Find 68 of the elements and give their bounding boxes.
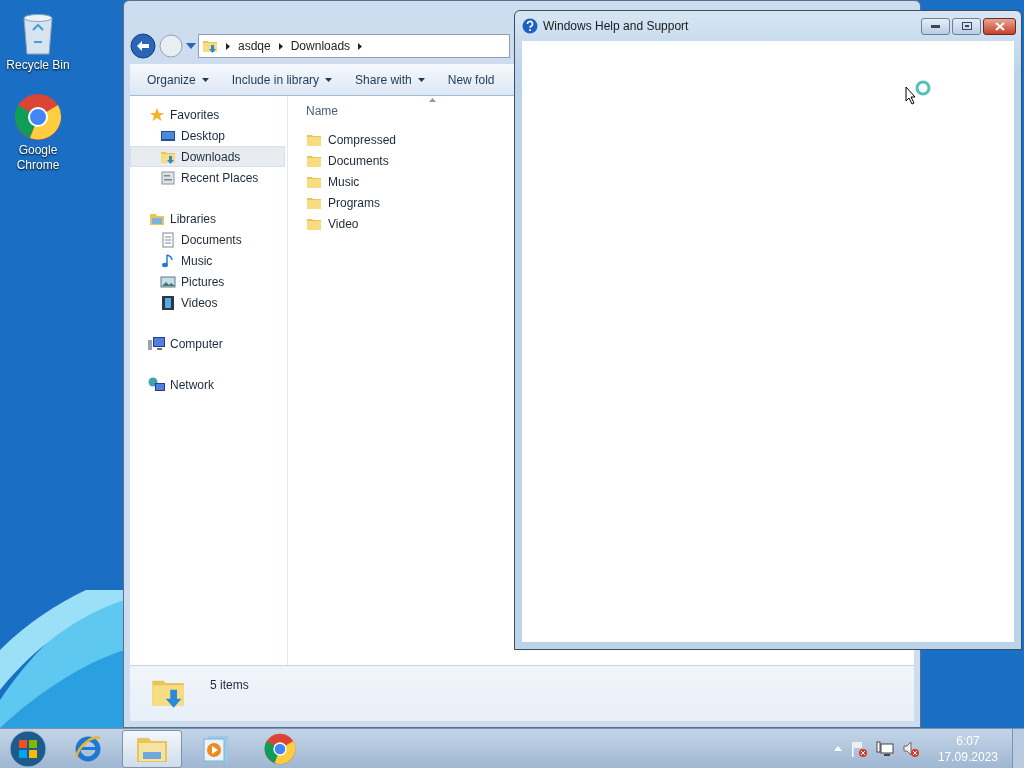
breadcrumb-item[interactable]: asdqe: [238, 37, 271, 55]
network-icon: [148, 376, 166, 393]
close-button[interactable]: [983, 17, 1016, 35]
pictures-icon: [160, 273, 176, 290]
nav-group-item[interactable]: Favorites: [130, 104, 287, 125]
document-icon: [160, 231, 176, 248]
computer-icon: [148, 335, 166, 352]
minimize-icon: [931, 24, 940, 28]
address-bar[interactable]: asdqe Downloads: [198, 34, 510, 58]
start-orb-icon: [9, 729, 47, 768]
desktop-icon[interactable]: Google Chrome: [0, 91, 76, 173]
nav-item[interactable]: Downloads: [130, 146, 285, 167]
desktop-icon[interactable]: Recycle Bin: [0, 6, 76, 73]
network-tray-icon[interactable]: [875, 739, 894, 758]
close-icon: [994, 21, 1005, 31]
help-icon: [522, 18, 538, 34]
back-button-icon[interactable]: [130, 33, 156, 59]
column-header[interactable]: Name: [306, 102, 338, 120]
window-title: Windows Help and Support: [543, 18, 690, 35]
nav-group-item[interactable]: Computer: [130, 333, 287, 354]
clock-date: 17.09.2023: [937, 748, 998, 765]
maximize-button[interactable]: [952, 17, 981, 35]
star-icon: [149, 106, 165, 123]
chevron-right-icon[interactable]: [226, 42, 230, 50]
minimize-button[interactable]: [921, 17, 950, 35]
busy-cursor-icon: [905, 80, 931, 106]
browser-e-icon: [73, 733, 103, 764]
downloads-folder-icon: [202, 38, 218, 54]
file-list-item[interactable]: Video: [306, 213, 359, 234]
film-icon: [160, 294, 176, 311]
nav-item[interactable]: Recent Places: [130, 167, 285, 188]
nav-item[interactable]: Music: [130, 250, 285, 271]
chrome-logo-icon: [264, 732, 296, 765]
volume-muted-icon[interactable]: [901, 739, 920, 758]
nav-item[interactable]: Videos: [130, 292, 285, 313]
nav-group-item[interactable]: Libraries: [130, 208, 287, 229]
nav-group-item[interactable]: Network: [130, 374, 287, 395]
flag-error-icon[interactable]: [849, 739, 868, 758]
chevron-right-icon[interactable]: [358, 42, 363, 50]
recycle-bin-icon: [21, 12, 55, 56]
file-list-item[interactable]: Music: [306, 171, 360, 192]
music-note-icon: [160, 252, 176, 269]
chrome-logo-icon: [14, 93, 62, 141]
history-caret-icon[interactable]: [186, 43, 196, 49]
media-player-icon: [202, 733, 230, 764]
toolbar-menu-button[interactable]: Share with: [344, 66, 436, 93]
file-list-item[interactable]: Documents: [306, 150, 389, 171]
breadcrumb-item[interactable]: Downloads: [290, 37, 351, 55]
restore-icon: [961, 22, 972, 30]
file-list-item[interactable]: Programs: [306, 192, 380, 213]
desktop-icon-label: Recycle Bin: [6, 58, 70, 73]
caret-icon: [325, 77, 333, 82]
desktop-icon-label: Google Chrome: [15, 143, 61, 173]
taskbar-button[interactable]: [122, 729, 182, 768]
nav-item[interactable]: Desktop: [130, 125, 285, 146]
caret-icon: [201, 77, 209, 82]
clock-time: 6:07: [956, 732, 980, 749]
nav-item[interactable]: Documents: [130, 229, 285, 250]
toolbar-menu-button[interactable]: New fold: [436, 66, 506, 93]
caret-icon: [417, 77, 425, 82]
file-list-item[interactable]: Compressed: [306, 129, 397, 150]
nav-item[interactable]: Pictures: [130, 271, 285, 292]
sort-arrow-icon: [429, 98, 436, 102]
recent-places-icon: [160, 169, 176, 186]
toolbar-menu-button[interactable]: Include in library: [220, 66, 344, 93]
chevron-right-icon[interactable]: [278, 42, 283, 50]
toolbar-menu-button[interactable]: Organize: [136, 66, 220, 93]
item-count-text: 5 items: [210, 677, 249, 694]
